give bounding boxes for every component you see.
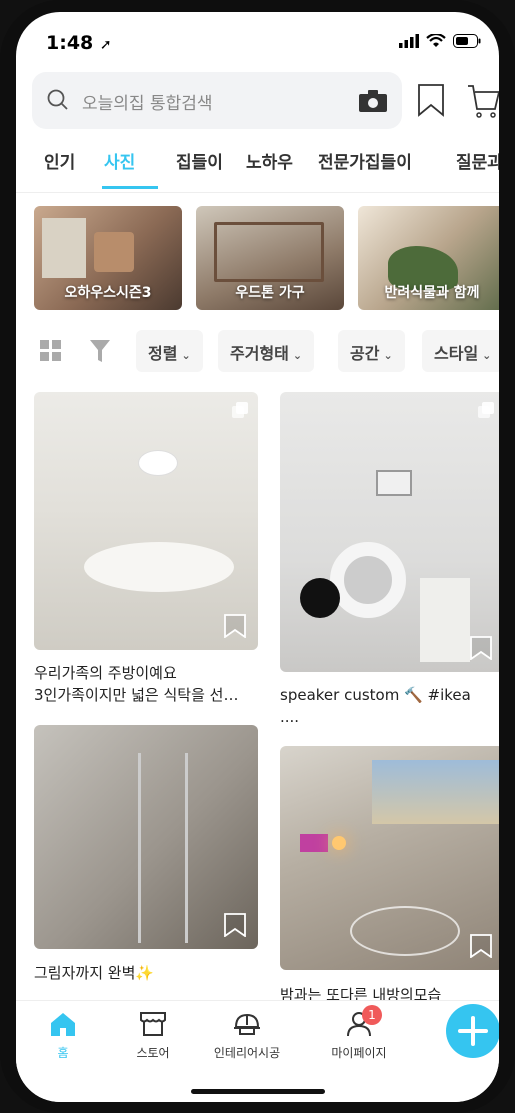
chevron-down-icon: ⌄ [181, 349, 191, 362]
nav-label: 스토어 [136, 1046, 170, 1060]
signal-icon [399, 34, 419, 48]
filter-sort[interactable]: 정렬 ⌄ [136, 330, 203, 372]
post-image [138, 450, 178, 476]
collection-label: 반려식물과 함께 [384, 285, 480, 301]
bookmark-icon[interactable] [417, 83, 445, 117]
grid-view-icon[interactable] [40, 340, 62, 362]
filter-label: 공간 [350, 344, 380, 363]
device-frame: 1:48 ➚ 오늘의집 통합검색 인기 사진 집들이 노하우 전문가집들이 질문… [0, 0, 515, 1113]
post-image [372, 760, 499, 824]
post-image [300, 578, 340, 618]
tab-housewarming[interactable]: 집들이 [176, 148, 223, 173]
status-time: 1:48 ➚ [46, 32, 112, 54]
tab-popular[interactable]: 인기 [44, 148, 75, 173]
nav-my-page[interactable]: 1 마이페이지 [314, 1005, 404, 1061]
camera-icon[interactable] [358, 89, 388, 113]
tab-qna[interactable]: 질문과답 [456, 148, 499, 173]
bookmark-icon[interactable] [224, 614, 246, 638]
status-icons [399, 34, 481, 48]
tab-knowhow[interactable]: 노하우 [246, 148, 293, 173]
hardhat-icon [234, 1013, 260, 1035]
collection-label: 우드톤 가구 [235, 285, 305, 301]
filter-label: 스타일 [434, 344, 479, 363]
store-icon [140, 1012, 166, 1036]
app-screen: 1:48 ➚ 오늘의집 통합검색 인기 사진 집들이 노하우 전문가집들이 질문… [16, 12, 499, 1102]
collection-label: 오하우스시즌3 [64, 285, 152, 301]
nav-label: 홈 [57, 1046, 69, 1060]
tabs-divider [16, 192, 499, 193]
chevron-down-icon: ⌄ [292, 349, 303, 362]
collection-card[interactable]: 반려식물과 함께 [358, 206, 499, 310]
plus-icon [458, 1016, 488, 1046]
collection-image [42, 218, 86, 278]
search-placeholder: 오늘의집 통합검색 [82, 94, 213, 114]
nav-label: 마이페이지 [331, 1046, 387, 1060]
search-bar[interactable]: 오늘의집 통합검색 [32, 72, 402, 129]
notification-badge: 1 [362, 1005, 382, 1025]
post-image [330, 542, 406, 618]
cart-icon[interactable] [467, 83, 499, 119]
post-image [376, 470, 412, 496]
collection-image [94, 232, 134, 272]
post-caption: 그림자까지 완벽✨ [34, 964, 155, 982]
chevron-down-icon: ⌄ [482, 349, 492, 362]
search-icon [47, 89, 68, 110]
post-image[interactable] [34, 725, 258, 949]
post-image [84, 542, 234, 592]
post-image[interactable] [34, 392, 258, 650]
post-image [332, 836, 346, 850]
category-tabs: 인기 사진 집들이 노하우 전문가집들이 질문과답 [16, 148, 499, 192]
filter-bar: 정렬 ⌄ 주거형태 ⌄ 공간 ⌄ 스타일 ⌄ [16, 330, 499, 378]
bookmark-icon[interactable] [224, 913, 246, 937]
home-indicator [191, 1089, 325, 1094]
collection-card[interactable]: 우드톤 가구 [196, 206, 344, 310]
battery-icon [453, 34, 481, 48]
filter-housing-type[interactable]: 주거형태 ⌄ [218, 330, 315, 372]
nav-label: 인테리어시공 [213, 1046, 281, 1060]
active-tab-indicator [102, 186, 158, 189]
filter-label: 주거형태 [230, 344, 289, 363]
post-image [350, 906, 460, 956]
filter-style[interactable]: 스타일 ⌄ [422, 330, 499, 372]
filter-space[interactable]: 공간 ⌄ [338, 330, 405, 372]
nav-interior-construction[interactable]: 인테리어시공 [202, 1011, 292, 1061]
nav-store[interactable]: 스토어 [108, 1011, 198, 1061]
filter-label: 정렬 [148, 344, 178, 363]
multi-photo-icon [232, 402, 248, 418]
bookmark-icon[interactable] [470, 636, 492, 660]
post-image [420, 578, 470, 662]
collection-image [214, 222, 324, 282]
post-image[interactable] [280, 392, 499, 672]
collection-card[interactable]: 오하우스시즌3 [34, 206, 182, 310]
status-bar: 1:48 ➚ [16, 12, 499, 74]
tab-photos[interactable]: 사진 [104, 148, 135, 173]
tab-expert-housewarming[interactable]: 전문가집들이 [318, 148, 412, 173]
wifi-icon [426, 34, 446, 47]
bookmark-icon[interactable] [470, 934, 492, 958]
nav-home[interactable]: 홈 [18, 1011, 108, 1061]
chevron-down-icon: ⌄ [383, 349, 393, 362]
post-caption: speaker custom 🔨 #ikea .... [280, 686, 471, 726]
post-image [300, 834, 328, 852]
post-image[interactable] [280, 746, 499, 970]
multi-photo-icon [478, 402, 494, 418]
bottom-nav: 홈 스토어 인테리어시공 1 마이페이지 [16, 1000, 499, 1102]
filter-icon[interactable] [90, 340, 110, 362]
home-icon [51, 1013, 75, 1036]
post-image [138, 753, 188, 943]
post-caption: 우리가족의 주방이예요 3인가족이지만 넓은 식탁을 선… [34, 664, 239, 704]
add-post-button[interactable] [446, 1004, 499, 1058]
